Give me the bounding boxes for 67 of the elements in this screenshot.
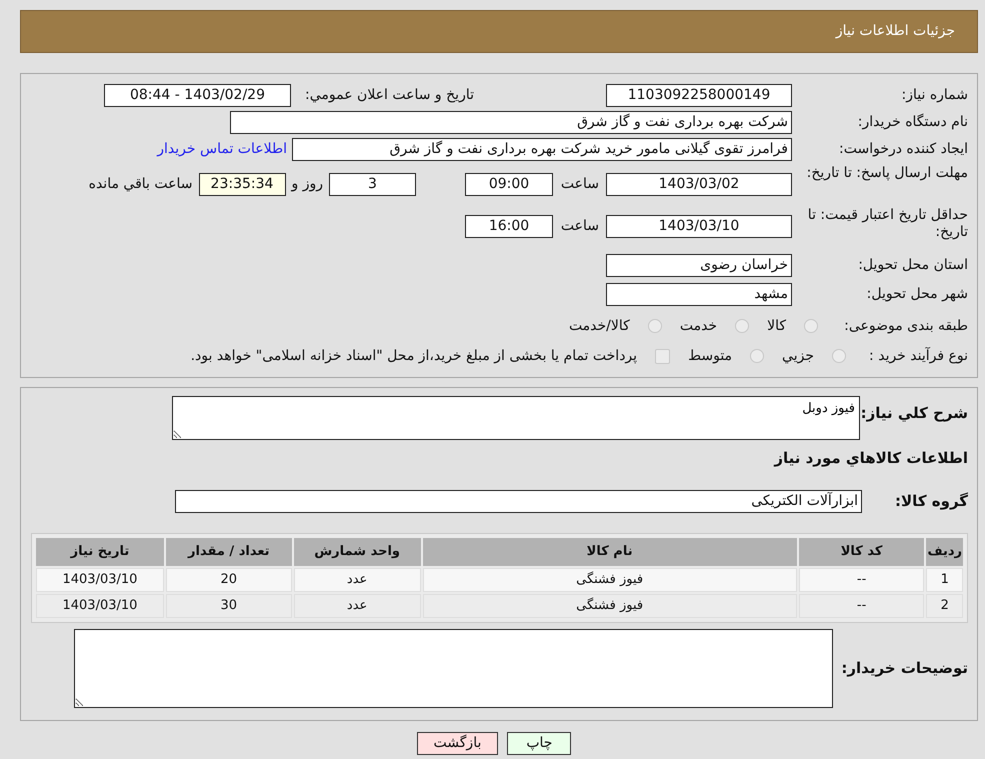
table-cell: 1403/03/10 xyxy=(36,594,164,618)
radio-button[interactable] xyxy=(804,319,818,333)
field-label: نوع فرآیند خرید : xyxy=(868,348,968,364)
text-field[interactable]: 1403/03/10 xyxy=(606,214,792,238)
remaining-label: ساعت باقي مانده xyxy=(88,174,192,194)
text-field[interactable]: 1403/02/29 - 08:44 xyxy=(104,84,291,107)
field-label: شهر محل تحویل: xyxy=(866,286,968,303)
days-label: روز و xyxy=(292,174,323,194)
table-cell: 2 xyxy=(926,594,963,618)
column-header: ردیف xyxy=(926,538,963,566)
table-cell: فیوز فشنگی xyxy=(422,594,797,618)
field-label: حداقل تاریخ اعتبار قیمت: تا تاریخ: xyxy=(806,207,968,241)
text-field[interactable]: ابزارآلات الکتریکی xyxy=(175,490,862,512)
text-field[interactable]: خراسان رضوی xyxy=(606,254,792,277)
option-label: متوسط xyxy=(688,346,732,366)
column-header: نام کالا xyxy=(422,538,797,566)
description-field[interactable]: فیوز دوبل xyxy=(172,396,860,440)
time-label: ساعت xyxy=(560,174,599,194)
field-label: استان محل تحویل: xyxy=(857,257,968,274)
contact-link[interactable]: اطلاعات تماس خریدار xyxy=(157,139,287,160)
text-field[interactable]: فرامرز تقوی گیلانی مامور خرید شرکت بهره برداری نفت و گاز شرق xyxy=(292,138,792,161)
field-label: طبقه بندی موضوعی: xyxy=(843,318,968,334)
table-cell: عدد xyxy=(294,594,421,618)
table-cell: فیوز فشنگی xyxy=(422,568,797,592)
column-header: واحد شمارش xyxy=(294,538,421,566)
checkbox[interactable] xyxy=(655,348,670,364)
field-label: گروه کالا: xyxy=(894,490,968,512)
section-heading: اطلاعات کالاهاي مورد نیاز xyxy=(772,448,968,469)
text-field[interactable]: 16:00 xyxy=(465,214,553,238)
field-label: نام دستگاه خریدار: xyxy=(856,114,968,131)
field-label: توضیحات خریدار: xyxy=(840,658,968,679)
option-label: جزیي xyxy=(782,346,814,366)
time-label: ساعت xyxy=(560,216,599,236)
column-header: کد کالا xyxy=(798,538,924,566)
table-cell: -- xyxy=(798,594,924,618)
field-label: شرح کلي نیاز: xyxy=(860,403,968,424)
column-header: تاریخ نیاز xyxy=(36,538,164,566)
radio-button[interactable] xyxy=(832,349,846,363)
field-label: شماره نیاز: xyxy=(900,87,968,104)
column-header: تعداد / مقدار xyxy=(166,538,292,566)
field-label: تاریخ و ساعت اعلان عمومي: xyxy=(304,86,474,105)
option-label: کالا xyxy=(767,316,786,336)
notes-field[interactable] xyxy=(74,628,833,708)
radio-button[interactable] xyxy=(735,319,750,333)
table-cell: عدد xyxy=(294,568,421,592)
table-cell: -- xyxy=(798,568,924,592)
text-field[interactable]: 1403/03/02 xyxy=(606,172,792,196)
print-button[interactable]: چاپ xyxy=(507,732,572,754)
option-label: خدمت xyxy=(680,316,718,336)
text-field[interactable]: مشهد xyxy=(606,283,792,306)
table-cell: 1 xyxy=(926,568,963,592)
radio-button[interactable] xyxy=(750,349,764,363)
option-label: کالا/خدمت xyxy=(568,316,630,336)
payment-note: پرداخت تمام یا بخشی از مبلغ خرید،از محل "اسناد خزانه اسلامی" خواهد بود. xyxy=(190,346,638,366)
text-field[interactable]: 1103092258000149 xyxy=(606,84,792,107)
text-field[interactable]: 3 xyxy=(329,172,416,196)
radio-button[interactable] xyxy=(648,319,662,333)
text-field[interactable]: 09:00 xyxy=(465,172,553,196)
page-title: جزئیات اطلاعات نیاز xyxy=(836,22,955,41)
table-cell: 30 xyxy=(166,594,292,618)
text-field[interactable]: شرکت بهره برداری نفت و گاز شرق xyxy=(230,111,792,134)
table-cell: 20 xyxy=(166,568,292,592)
countdown-field[interactable]: 23:35:34 xyxy=(198,172,286,196)
back-button[interactable]: بازگشت xyxy=(416,732,498,754)
table-cell: 1403/03/10 xyxy=(36,568,164,592)
field-label: ایجاد کننده درخواست: xyxy=(838,141,968,158)
field-label: مهلت ارسال پاسخ: تا تاریخ: xyxy=(806,165,968,182)
